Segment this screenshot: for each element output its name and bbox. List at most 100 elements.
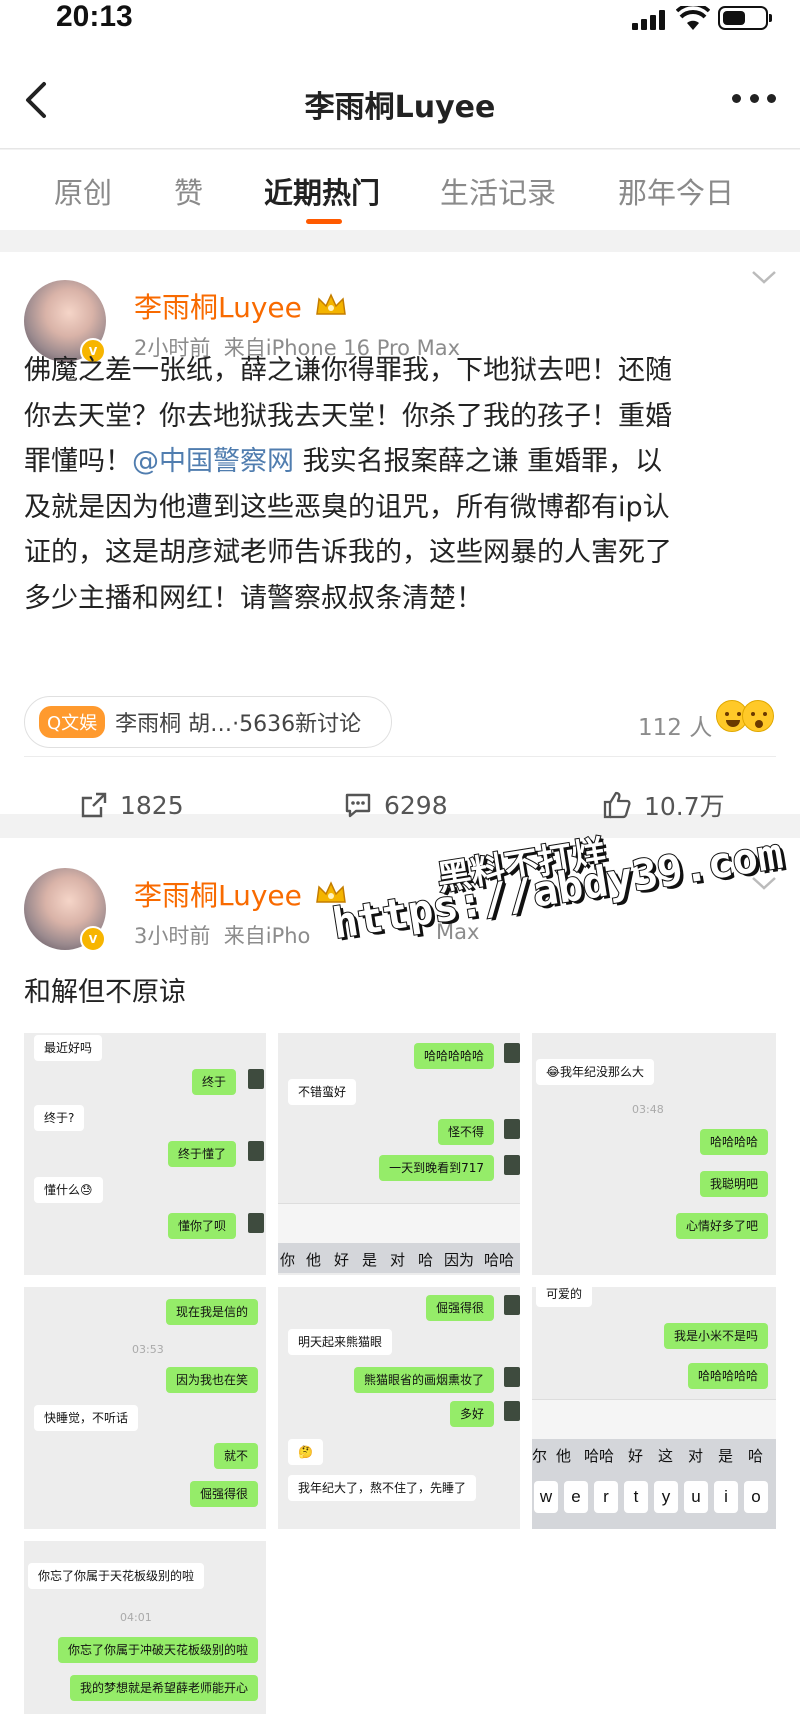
battery-icon (718, 6, 772, 30)
tab-likes[interactable]: 赞 (174, 170, 203, 212)
post-text: 佛魔之差一张纸，薛之谦你得罪我，下地狱去吧！还随 你去天堂？你去地狱我去天堂！你… (24, 348, 780, 622)
post-text-line: 及就是因为他遭到这些恶臭的诅咒，所有微博都有ip认 (24, 491, 670, 523)
keyboard-key: 哈 (748, 1447, 764, 1465)
post-image[interactable]: 最近好吗 终于 终于? 终于懂了 懂什么😓 懂你了呗 (24, 1033, 266, 1275)
chevron-down-icon[interactable] (750, 268, 778, 286)
post-image[interactable]: 可爱的 我是小米不是吗 哈哈哈哈哈 尔 他 哈哈 好 这 对 是 哈 w e r… (532, 1287, 776, 1529)
chat-bubble: 哈哈哈哈 (699, 1129, 768, 1155)
post-image[interactable]: 哈哈哈哈哈 不错蛮好 怪不得 一天到晚看到717 你 他 好 是 对 哈 因为 … (278, 1033, 520, 1275)
page-title: 李雨桐Luyee (304, 90, 496, 125)
author-name[interactable]: 李雨桐Luyee (134, 286, 302, 326)
post-text-line: 佛魔之差一张纸，薛之谦你得罪我，下地狱去吧！还随 (24, 355, 672, 386)
nav-bar: 李雨桐Luyee (0, 52, 800, 149)
chat-bubble: 怪不得 (437, 1119, 494, 1145)
chat-timestamp: 03:48 (632, 1103, 664, 1116)
chat-bubble: 多好 (449, 1401, 494, 1427)
chat-bubble: 我是小米不是吗 (663, 1323, 768, 1349)
chat-bubble: 熊猫眼省的画烟熏妆了 (353, 1367, 494, 1393)
chat-bubble: 就不 (213, 1443, 258, 1469)
chat-avatar (504, 1367, 520, 1387)
chat-bubble: 哈哈哈哈哈 (413, 1043, 494, 1069)
chat-timestamp: 03:53 (132, 1343, 164, 1356)
chat-avatar (504, 1401, 520, 1421)
status-time: 20:13 (56, 0, 133, 33)
chat-avatar (504, 1155, 520, 1175)
comment-button[interactable]: 6298 (344, 787, 448, 823)
topic-pill[interactable]: Q文娱 李雨桐 胡…·5636新讨论 (24, 696, 392, 748)
keyboard: w e r t y u i o (532, 1469, 776, 1529)
chat-bubble: 我的梦想就是希望薛老师能开心 (69, 1675, 258, 1701)
keyboard-key: 好 (334, 1251, 350, 1269)
chat-bubble: 你忘了你属于天花板级别的啦 (28, 1563, 205, 1589)
keyboard-key: t (624, 1481, 648, 1513)
tab-on-this-day[interactable]: 那年今日 (618, 170, 734, 212)
like-button[interactable]: 10.7万 (602, 787, 725, 823)
keyboard-key: 他 (556, 1447, 572, 1465)
chat-avatar (504, 1043, 520, 1063)
keyboard-key: 你 (280, 1251, 296, 1269)
keyboard-key: 哈 (418, 1251, 434, 1269)
status-bar: 20:13 (0, 0, 800, 52)
chat-bubble: 我聪明吧 (699, 1171, 768, 1197)
more-icon[interactable] (732, 88, 776, 108)
chat-bubble: 你忘了你属于冲破天花板级别的啦 (57, 1637, 258, 1663)
repost-icon (81, 792, 107, 818)
chat-bubble: 🤔 (288, 1439, 323, 1465)
like-count: 10.7万 (644, 792, 725, 821)
keyboard-key: o (744, 1481, 768, 1513)
post-text-line: 罪懂吗！ (24, 446, 132, 478)
likers-count[interactable]: 112 人 (638, 708, 712, 742)
chat-avatar (504, 1295, 520, 1315)
tab-recent-hot[interactable]: 近期热门 (264, 170, 380, 212)
chat-bubble: 因为我也在笑 (165, 1367, 258, 1393)
chat-avatar (248, 1141, 264, 1161)
mention-link[interactable]: @中国警察网 (132, 446, 294, 477)
chat-bubble: 😂我年纪没那么大 (536, 1059, 655, 1085)
chat-bubble: 快睡觉，不听话 (34, 1405, 139, 1431)
cellular-signal-icon (632, 10, 668, 30)
repost-count: 1825 (120, 790, 184, 820)
post-card[interactable]: v 李雨桐Luyee 2小时前 来自iPhone 16 Pro Max 佛魔之差… (0, 252, 800, 821)
keyboard-suggestions: 尔 他 哈哈 好 这 对 是 哈 (532, 1439, 776, 1469)
post-text: 和解但不原谅 (24, 977, 186, 1008)
post-image[interactable]: 现在我是信的 03:53 因为我也在笑 快睡觉，不听话 就不 倔强得很 (24, 1287, 266, 1529)
repost-button[interactable]: 1825 (80, 787, 184, 823)
post-source: 来自iPho (223, 924, 311, 948)
keyboard-key: 哈哈 (484, 1251, 515, 1269)
chat-avatar (248, 1069, 264, 1089)
comment-icon (345, 793, 371, 818)
keyboard-key: i (714, 1481, 738, 1513)
chat-timestamp: 04:01 (120, 1611, 152, 1624)
post-time: 3小时前 (134, 924, 211, 948)
tab-life-records[interactable]: 生活记录 (440, 170, 556, 212)
post-card[interactable]: v 李雨桐Luyee 3小时前 来自iPho Max 和解但不原谅 最近好吗 终… (0, 838, 800, 1714)
keyboard-key: 他 (306, 1251, 322, 1269)
post-image[interactable]: 你忘了你属于天花板级别的啦 04:01 你忘了你属于冲破天花板级别的啦 我的梦想… (24, 1541, 266, 1714)
chat-bubble: 最近好吗 (34, 1035, 103, 1061)
keyboard-key: 哈哈 (584, 1447, 615, 1465)
divider (24, 756, 776, 757)
keyboard-key: 是 (718, 1447, 734, 1465)
chat-bubble: 终于 (191, 1069, 236, 1095)
keyboard-key: w (534, 1481, 558, 1513)
keyboard-key: y (654, 1481, 678, 1513)
keyboard-key: 对 (390, 1251, 406, 1269)
keyboard-key: 好 (628, 1447, 644, 1465)
active-tab-indicator (306, 219, 342, 224)
post-image[interactable]: 倔强得很 明天起来熊猫眼 熊猫眼省的画烟熏妆了 多好 🤔 我年纪大了，熬不住了，… (278, 1287, 520, 1529)
post-text-line: 你去天堂？你去地狱我去天堂！你杀了我的孩子！重婚 (24, 400, 672, 432)
post-text-line: 证的，这是胡彦斌老师告诉我的，这些网暴的人害死了 (24, 537, 672, 569)
author-name[interactable]: 李雨桐Luyee (134, 874, 302, 914)
chat-bubble: 懂你了呗 (167, 1213, 236, 1239)
chat-bubble: 终于? (34, 1105, 85, 1131)
chat-bubble: 哈哈哈哈哈 (687, 1363, 768, 1389)
tab-original[interactable]: 原创 (54, 170, 112, 212)
chat-avatar (248, 1213, 264, 1233)
comment-count: 6298 (384, 790, 448, 820)
surprised-emoji-icon (742, 700, 774, 732)
keyboard-key: 这 (658, 1447, 674, 1465)
profile-tabs: 原创 赞 近期热门 生活记录 那年今日 (0, 150, 800, 230)
topic-tag: Q文娱 (39, 706, 106, 738)
thumbs-up-icon (603, 791, 631, 819)
post-image[interactable]: 😂我年纪没那么大 03:48 哈哈哈哈 我聪明吧 心情好多了吧 (532, 1033, 776, 1275)
